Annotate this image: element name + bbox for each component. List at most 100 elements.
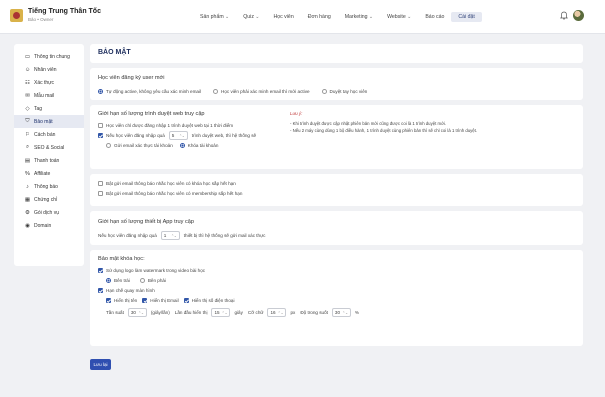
font-size-stepper[interactable]: 16 ⌃⌄ (267, 308, 287, 317)
radio-button[interactable] (106, 278, 111, 283)
stepper-arrows-icon[interactable]: ⌃⌄ (342, 311, 348, 315)
watermark-label: Sử dụng logo làm watermark trong video b… (106, 268, 206, 273)
font-size-unit: px (290, 310, 296, 315)
sidebar-item-2[interactable]: ☷ Xác thực (14, 76, 84, 89)
browser-limit-card: Giới hạn số lượng trình duyệt web truy c… (90, 105, 583, 169)
nav-item-4[interactable]: Marketing (338, 12, 380, 22)
radio-button[interactable] (106, 143, 111, 148)
nav-item-2[interactable]: Học viên (267, 12, 301, 22)
checkbox[interactable] (98, 133, 103, 138)
screen-record-option[interactable]: Hạn chế quay màn hình (98, 288, 575, 293)
sidebar-item-1[interactable]: ☺ Nhân viên (14, 63, 84, 76)
brand-logo[interactable] (10, 9, 23, 22)
sidebar-item-5[interactable]: ⛉ Bảo mật (14, 115, 84, 128)
stepper-arrows-icon[interactable]: ⌃⌄ (222, 311, 228, 315)
frequency-stepper[interactable]: 30 ⌃⌄ (127, 308, 147, 317)
note-line: - Nếu 2 máy cùng dùng 1 bộ điều hành, 1 … (290, 127, 478, 133)
bell-icon: ♪ (26, 183, 29, 190)
checkbox[interactable] (98, 268, 103, 273)
user-avatar[interactable] (573, 10, 584, 21)
nav-item-1[interactable]: Quiz (236, 12, 266, 22)
radio-button[interactable] (213, 89, 218, 94)
sidebar-item-label: Nhân viên (34, 66, 57, 73)
checkbox[interactable] (106, 298, 111, 303)
position-left[interactable]: Bên trái (106, 278, 130, 283)
sidebar-item-10[interactable]: ♪ Thông báo (14, 180, 84, 193)
browser-count-stepper[interactable]: 5 ⌃⌄ (168, 131, 188, 140)
action-lock-account[interactable]: Khóa tài khoản (179, 143, 218, 148)
globe-icon: ◉ (25, 222, 30, 229)
browser-limit-single-label: Học viên chỉ được đăng nhập 1 trình duyệ… (106, 123, 234, 128)
save-button[interactable]: Lưu lại (90, 359, 111, 370)
show-name-option[interactable]: Hiển thị tên (106, 298, 137, 303)
radio-button[interactable] (321, 89, 327, 94)
register-option-verify[interactable]: Học viên phải xác minh email thì mới act… (213, 89, 310, 94)
watermark-option[interactable]: Sử dụng logo làm watermark trong video b… (98, 268, 575, 273)
radio-button[interactable] (98, 89, 103, 94)
show-email-option[interactable]: Hiển thị Email (142, 298, 179, 303)
sidebar-item-3[interactable]: ✉ Mẫu mail (14, 89, 84, 102)
expiry-membership-option[interactable]: Bật gửi email thông báo nhắc học viên có… (98, 191, 575, 196)
nav-item-3[interactable]: Đơn hàng (301, 12, 338, 22)
expiry-course-option[interactable]: Bật gửi email thông báo nhắc học viên có… (98, 181, 575, 186)
sidebar-item-0[interactable]: ▭ Thông tin chung (14, 50, 84, 63)
notification-bell-icon[interactable] (560, 11, 568, 20)
font-size-label: Cỡ chữ (247, 310, 264, 315)
opacity-label: Độ trong suốt (300, 310, 328, 315)
checkbox[interactable] (183, 298, 189, 303)
frequency-label: Tần suất (106, 310, 124, 315)
first-show-stepper[interactable]: 15 ⌃⌄ (211, 308, 231, 317)
radio-button[interactable] (179, 143, 185, 148)
show-phone-option[interactable]: Hiển thị số điện thoại (183, 298, 235, 303)
sidebar-item-11[interactable]: ▦ Chứng chỉ (14, 193, 84, 206)
opacity-value: 30 (334, 310, 341, 315)
sidebar-item-7[interactable]: ⌕ SEO & Social (14, 141, 84, 154)
sidebar-item-4[interactable]: ◇ Tag (14, 102, 84, 115)
nav-item-5[interactable]: Website (380, 12, 418, 22)
stepper-arrows-icon[interactable]: ⌃⌄ (179, 134, 185, 138)
note-line: - Khi trình duyệt được cập nhật phiên bả… (290, 121, 447, 126)
nav-item-6[interactable]: Báo cáo (418, 12, 451, 22)
position-right[interactable]: Bên phải (139, 278, 166, 283)
sidebar-item-9[interactable]: % Affiliate (14, 167, 84, 180)
app-limit-prefix: Nếu học viên đăng nhập quá (98, 233, 157, 238)
checkbox[interactable] (98, 191, 103, 196)
sidebar-item-label: SEO & Social (34, 144, 65, 151)
frequency-unit: (giây/lần) (150, 310, 170, 315)
watermark-position: Bên trái Bên phải (98, 278, 575, 283)
settings-sidebar: ▭ Thông tin chung ☺ Nhân viên ☷ Xác thực ✉ Mẫu … (14, 44, 84, 266)
tag-icon: ◇ (25, 105, 30, 112)
opacity-stepper[interactable]: 30 ⌃⌄ (331, 308, 351, 317)
app-limit-row: Nếu học viên đăng nhập quá 1 ⌃⌄ thiết bị… (98, 231, 575, 240)
checkbox[interactable] (98, 123, 103, 128)
screen-record-label: Hạn chế quay màn hình (106, 288, 155, 293)
checkbox[interactable] (142, 298, 148, 303)
checkbox[interactable] (98, 181, 103, 186)
register-option-auto[interactable]: Tự động active, không yêu cầu xác minh e… (98, 89, 201, 94)
verify-icon: ☷ (25, 79, 30, 86)
register-options: Tự động active, không yêu cầu xác minh e… (98, 89, 575, 94)
first-show-value: 15 (214, 310, 220, 315)
expiry-membership-label: Bật gửi email thông báo nhắc học viên có… (106, 191, 243, 196)
sidebar-item-label: Thông tin chung (34, 53, 70, 60)
register-title: Học viên đăng ký user mới (98, 75, 165, 81)
device-count-stepper[interactable]: 1 ⌃⌄ (160, 231, 180, 240)
payment-icon: ▤ (24, 157, 31, 164)
action-send-email[interactable]: Gửi email xác thực tài khoản (106, 143, 173, 148)
stepper-arrows-icon[interactable]: ⌃⌄ (138, 311, 144, 315)
package-icon: ⚙ (25, 209, 30, 216)
checkbox[interactable] (98, 288, 103, 293)
stepper-arrows-icon[interactable]: ⌃⌄ (278, 311, 284, 315)
seo-icon: ⌕ (25, 144, 30, 150)
sidebar-item-12[interactable]: ⚙ Gói dịch vụ (14, 206, 84, 219)
stepper-arrows-icon[interactable]: ⌃⌄ (171, 234, 177, 238)
nav-item-7[interactable]: Cài đặt (451, 12, 482, 22)
radio-button[interactable] (139, 278, 145, 283)
sidebar-item-8[interactable]: ▤ Thanh toán (14, 154, 84, 167)
nav-item-0[interactable]: Sản phẩm (193, 12, 236, 22)
sidebar-item-6[interactable]: ⚐ Cách bán (14, 128, 84, 141)
shield-icon: ⛉ (25, 118, 30, 124)
font-size-value: 16 (270, 310, 276, 315)
register-option-manual[interactable]: Duyệt tay học viên (321, 89, 367, 94)
sidebar-item-13[interactable]: ◉ Domain (14, 219, 84, 232)
